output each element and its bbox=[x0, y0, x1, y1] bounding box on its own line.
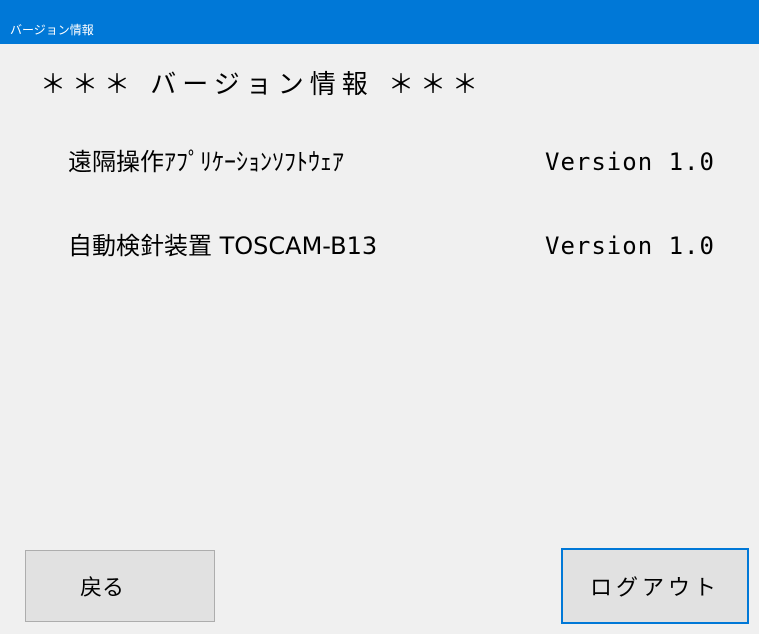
logout-button[interactable]: ログアウト bbox=[561, 548, 749, 624]
client-area bbox=[10, 44, 752, 634]
window-title: バージョン情報 bbox=[10, 23, 94, 37]
back-button[interactable]: 戻る bbox=[25, 550, 215, 622]
device-version-label: Version 1.0 bbox=[545, 232, 715, 260]
software-version-label: Version 1.0 bbox=[545, 148, 715, 176]
device-name-label: 自動検針装置 TOSCAM-B13 bbox=[68, 232, 378, 260]
page-heading: ＊＊＊ バージョン情報 ＊＊＊ bbox=[40, 70, 485, 100]
version-info-window: バージョン情報 ＊＊＊ バージョン情報 ＊＊＊ 遠隔操作ｱﾌﾟﾘｹｰｼｮﾝｿﾌﾄ… bbox=[0, 0, 759, 634]
software-name-label: 遠隔操作ｱﾌﾟﾘｹｰｼｮﾝｿﾌﾄｳｪｱ bbox=[68, 148, 344, 176]
title-bar[interactable]: バージョン情報 bbox=[0, 0, 759, 44]
